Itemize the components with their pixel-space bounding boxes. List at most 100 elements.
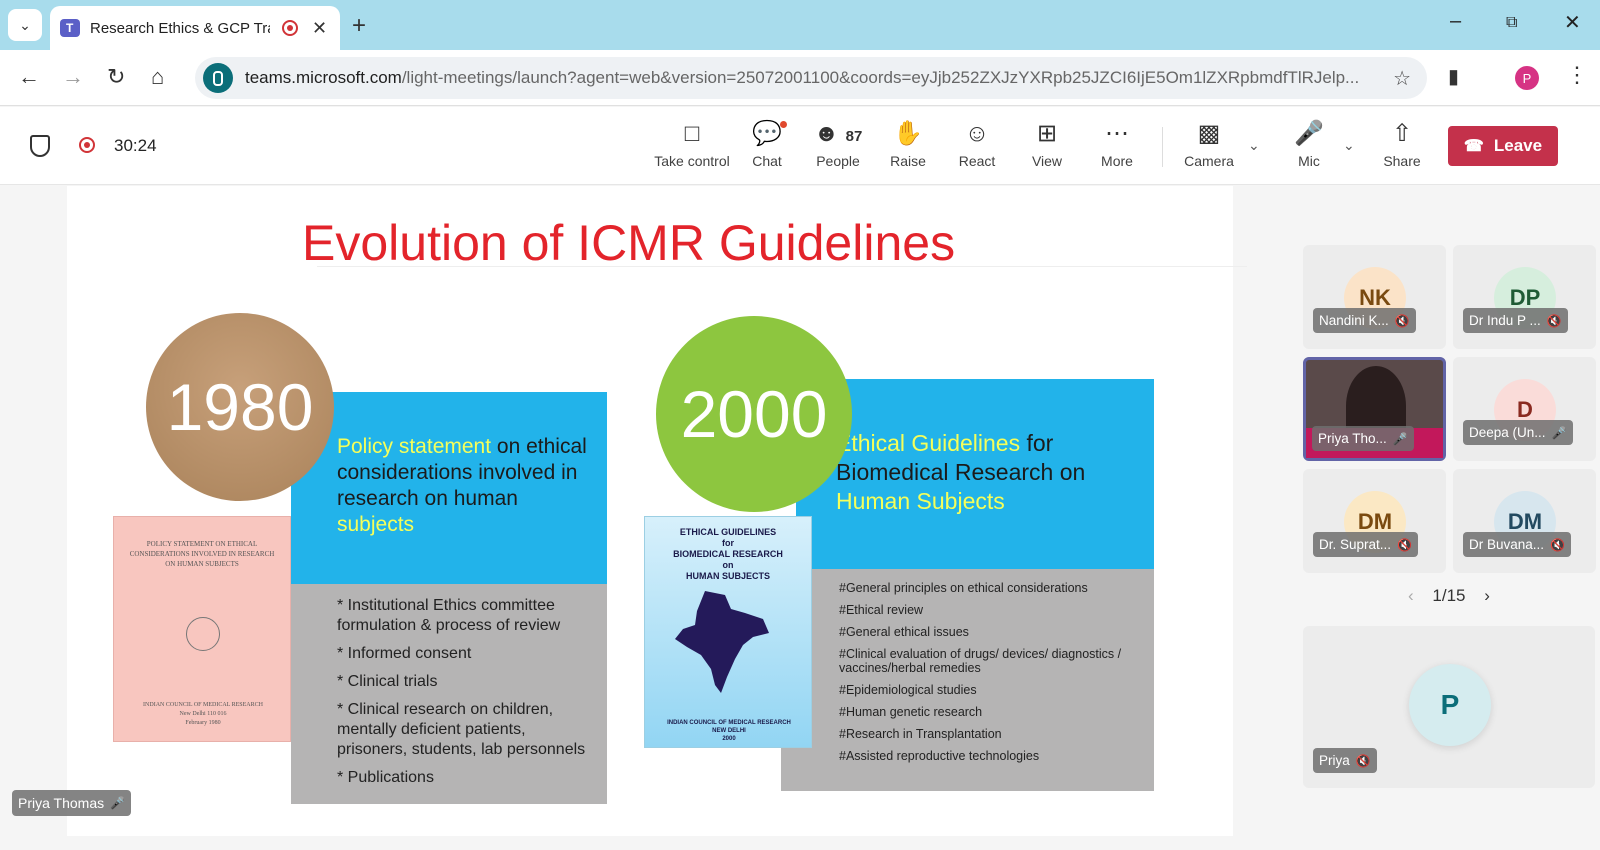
- back-icon[interactable]: ←: [18, 64, 40, 90]
- meeting-toolbar: 30:24 □ Take control 💬 Chat ☻ 87 People …: [0, 107, 1600, 185]
- mic-off-icon: 🔇: [1546, 313, 1562, 328]
- smiley-icon: ☺: [964, 120, 990, 147]
- list-item: * Informed consent: [337, 645, 472, 662]
- hang-up-icon: ☎: [1463, 138, 1484, 155]
- year-2000-circle: 2000: [656, 316, 852, 512]
- camera-options-chevron-icon[interactable]: ⌄: [1248, 137, 1260, 154]
- self-view-tile[interactable]: P Priya 🔇: [1303, 626, 1595, 788]
- participant-tile[interactable]: D Deepa (Un... 🎤: [1453, 357, 1596, 461]
- teams-favicon-icon: [60, 19, 80, 37]
- avatar: P: [1409, 664, 1491, 746]
- mic-icon: 🎤: [1392, 431, 1408, 446]
- policy-topics-list: * Institutional Ethics committee formula…: [291, 584, 607, 804]
- forward-icon[interactable]: →: [62, 64, 84, 90]
- grid-icon: ⊞: [1036, 120, 1058, 147]
- list-item: * Clinical trials: [337, 673, 438, 690]
- meeting-timer: 30:24: [114, 136, 157, 155]
- gallery-pager: ‹ 1/15 ›: [1408, 586, 1490, 605]
- profile-avatar[interactable]: P: [1515, 66, 1539, 90]
- list-item: #Clinical evaluation of drugs/ devices/ …: [839, 647, 1122, 675]
- people-icon: ☻: [813, 120, 839, 147]
- take-control-button[interactable]: □ Take control: [652, 119, 732, 169]
- home-icon[interactable]: ⌂: [151, 64, 164, 90]
- hand-icon: ✋: [893, 120, 923, 147]
- new-tab-button[interactable]: +: [352, 12, 366, 40]
- people-count: 87: [845, 128, 863, 145]
- extensions-icon[interactable]: ▮: [1448, 64, 1459, 89]
- slide-title: Evolution of ICMR Guidelines: [302, 215, 956, 271]
- mic-off-icon: 🎤: [1294, 120, 1324, 147]
- more-dots-icon: ⋯: [1105, 120, 1129, 147]
- mic-off-icon: 🔇: [1394, 313, 1410, 328]
- restore-icon[interactable]: ⧉: [1506, 14, 1517, 32]
- mic-off-icon: 🔇: [1355, 753, 1371, 768]
- list-item: #General ethical issues: [839, 625, 969, 639]
- chat-icon: 💬: [745, 119, 789, 149]
- tab-title: Research Ethics & GCP Trair: [90, 19, 270, 37]
- ethical-guidelines-book-cover: ETHICAL GUIDELINES for BIOMEDICAL RESEAR…: [644, 516, 812, 748]
- title-divider: [317, 266, 1247, 267]
- share-icon: ⇧: [1391, 120, 1413, 147]
- list-item: #Ethical review: [839, 603, 924, 617]
- recording-indicator-icon: [79, 137, 95, 153]
- tab-search-button[interactable]: ⌄: [8, 9, 42, 41]
- participant-tile[interactable]: DP Dr Indu P ... 🔇: [1453, 245, 1596, 349]
- policy-statement-box: Policy statement on ethical consideratio…: [291, 392, 607, 584]
- presenter-name-chip: Priya Thomas 🎤: [12, 790, 132, 816]
- browser-tab-strip: ⌄ Research Ethics & GCP Trair ✕ + – ⧉ ✕: [0, 0, 1600, 50]
- browser-menu-icon[interactable]: ⋮: [1566, 62, 1588, 88]
- react-button[interactable]: ☺ React: [955, 119, 999, 169]
- window-close-icon[interactable]: ✕: [1564, 10, 1581, 35]
- list-item: #Assisted reproductive technologies: [839, 749, 1040, 763]
- camera-off-icon: ▩: [1197, 120, 1221, 147]
- chevron-right-icon[interactable]: ›: [1484, 586, 1490, 605]
- shield-icon[interactable]: [30, 135, 50, 157]
- leave-button[interactable]: ☎ Leave: [1448, 126, 1558, 166]
- bookmark-star-icon[interactable]: ☆: [1393, 66, 1411, 91]
- list-item: * Institutional Ethics committee formula…: [337, 597, 561, 634]
- chevron-left-icon[interactable]: ‹: [1408, 586, 1414, 605]
- browser-toolbar: ← → ↻ ⌂ teams.microsoft.com/light-meetin…: [0, 50, 1600, 106]
- icmr-seal-icon: [186, 617, 220, 651]
- guideline-topics-list: #General principles on ethical considera…: [781, 569, 1154, 791]
- mic-button[interactable]: 🎤 Mic: [1287, 119, 1331, 169]
- mic-off-icon: 🔇: [1550, 537, 1565, 552]
- camera-button[interactable]: ▩ Camera: [1181, 119, 1237, 169]
- browser-tab[interactable]: Research Ethics & GCP Trair ✕: [50, 6, 340, 50]
- mic-options-chevron-icon[interactable]: ⌄: [1343, 137, 1355, 154]
- raise-hand-button[interactable]: ✋ Raise: [886, 119, 930, 169]
- mic-site-icon[interactable]: [203, 63, 233, 93]
- list-item: * Publications: [337, 769, 434, 786]
- recording-icon: [282, 20, 298, 36]
- list-item: * Clinical research on children, mentall…: [337, 701, 586, 758]
- people-button[interactable]: ☻ 87 People: [810, 119, 866, 169]
- url-text: teams.microsoft.com/light-meetings/launc…: [245, 68, 1360, 87]
- year-1980-circle: 1980: [146, 313, 334, 501]
- india-map-icon: [675, 591, 769, 693]
- list-item: #Research in Transplantation: [839, 727, 1002, 741]
- address-bar[interactable]: teams.microsoft.com/light-meetings/launc…: [195, 57, 1427, 99]
- reload-icon[interactable]: ↻: [107, 64, 125, 90]
- list-item: #General principles on ethical considera…: [839, 581, 1088, 595]
- shared-slide: Evolution of ICMR Guidelines POLICY STAT…: [67, 186, 1247, 836]
- mic-off-icon: 🔇: [1397, 537, 1412, 552]
- screen-pointer-icon: □: [684, 120, 700, 147]
- chat-button[interactable]: 💬 Chat: [745, 119, 789, 169]
- participant-tile[interactable]: DM Dr. Suprat... 🔇: [1303, 469, 1446, 573]
- share-button[interactable]: ⇧ Share: [1380, 119, 1424, 169]
- close-tab-icon[interactable]: ✕: [312, 18, 327, 39]
- more-button[interactable]: ⋯ More: [1095, 119, 1139, 169]
- participant-tile[interactable]: NK Nandini K... 🔇: [1303, 245, 1446, 349]
- participant-tile-active-speaker[interactable]: Priya Tho... 🎤: [1303, 357, 1446, 461]
- list-item: #Epidemiological studies: [839, 683, 977, 697]
- toolbar-divider: [1162, 127, 1163, 167]
- chevron-down-icon: ⌄: [19, 16, 31, 33]
- view-button[interactable]: ⊞ View: [1025, 119, 1069, 169]
- unread-dot: [780, 121, 787, 128]
- policy-statement-book-cover: POLICY STATEMENT ON ETHICAL CONSIDERATIO…: [113, 516, 291, 742]
- mic-icon: 🎤: [110, 796, 126, 810]
- minimize-icon[interactable]: –: [1450, 10, 1461, 33]
- list-item: #Human genetic research: [839, 705, 983, 719]
- participant-tile[interactable]: DM Dr Buvana... 🔇: [1453, 469, 1596, 573]
- mic-icon: 🎤: [1551, 425, 1567, 440]
